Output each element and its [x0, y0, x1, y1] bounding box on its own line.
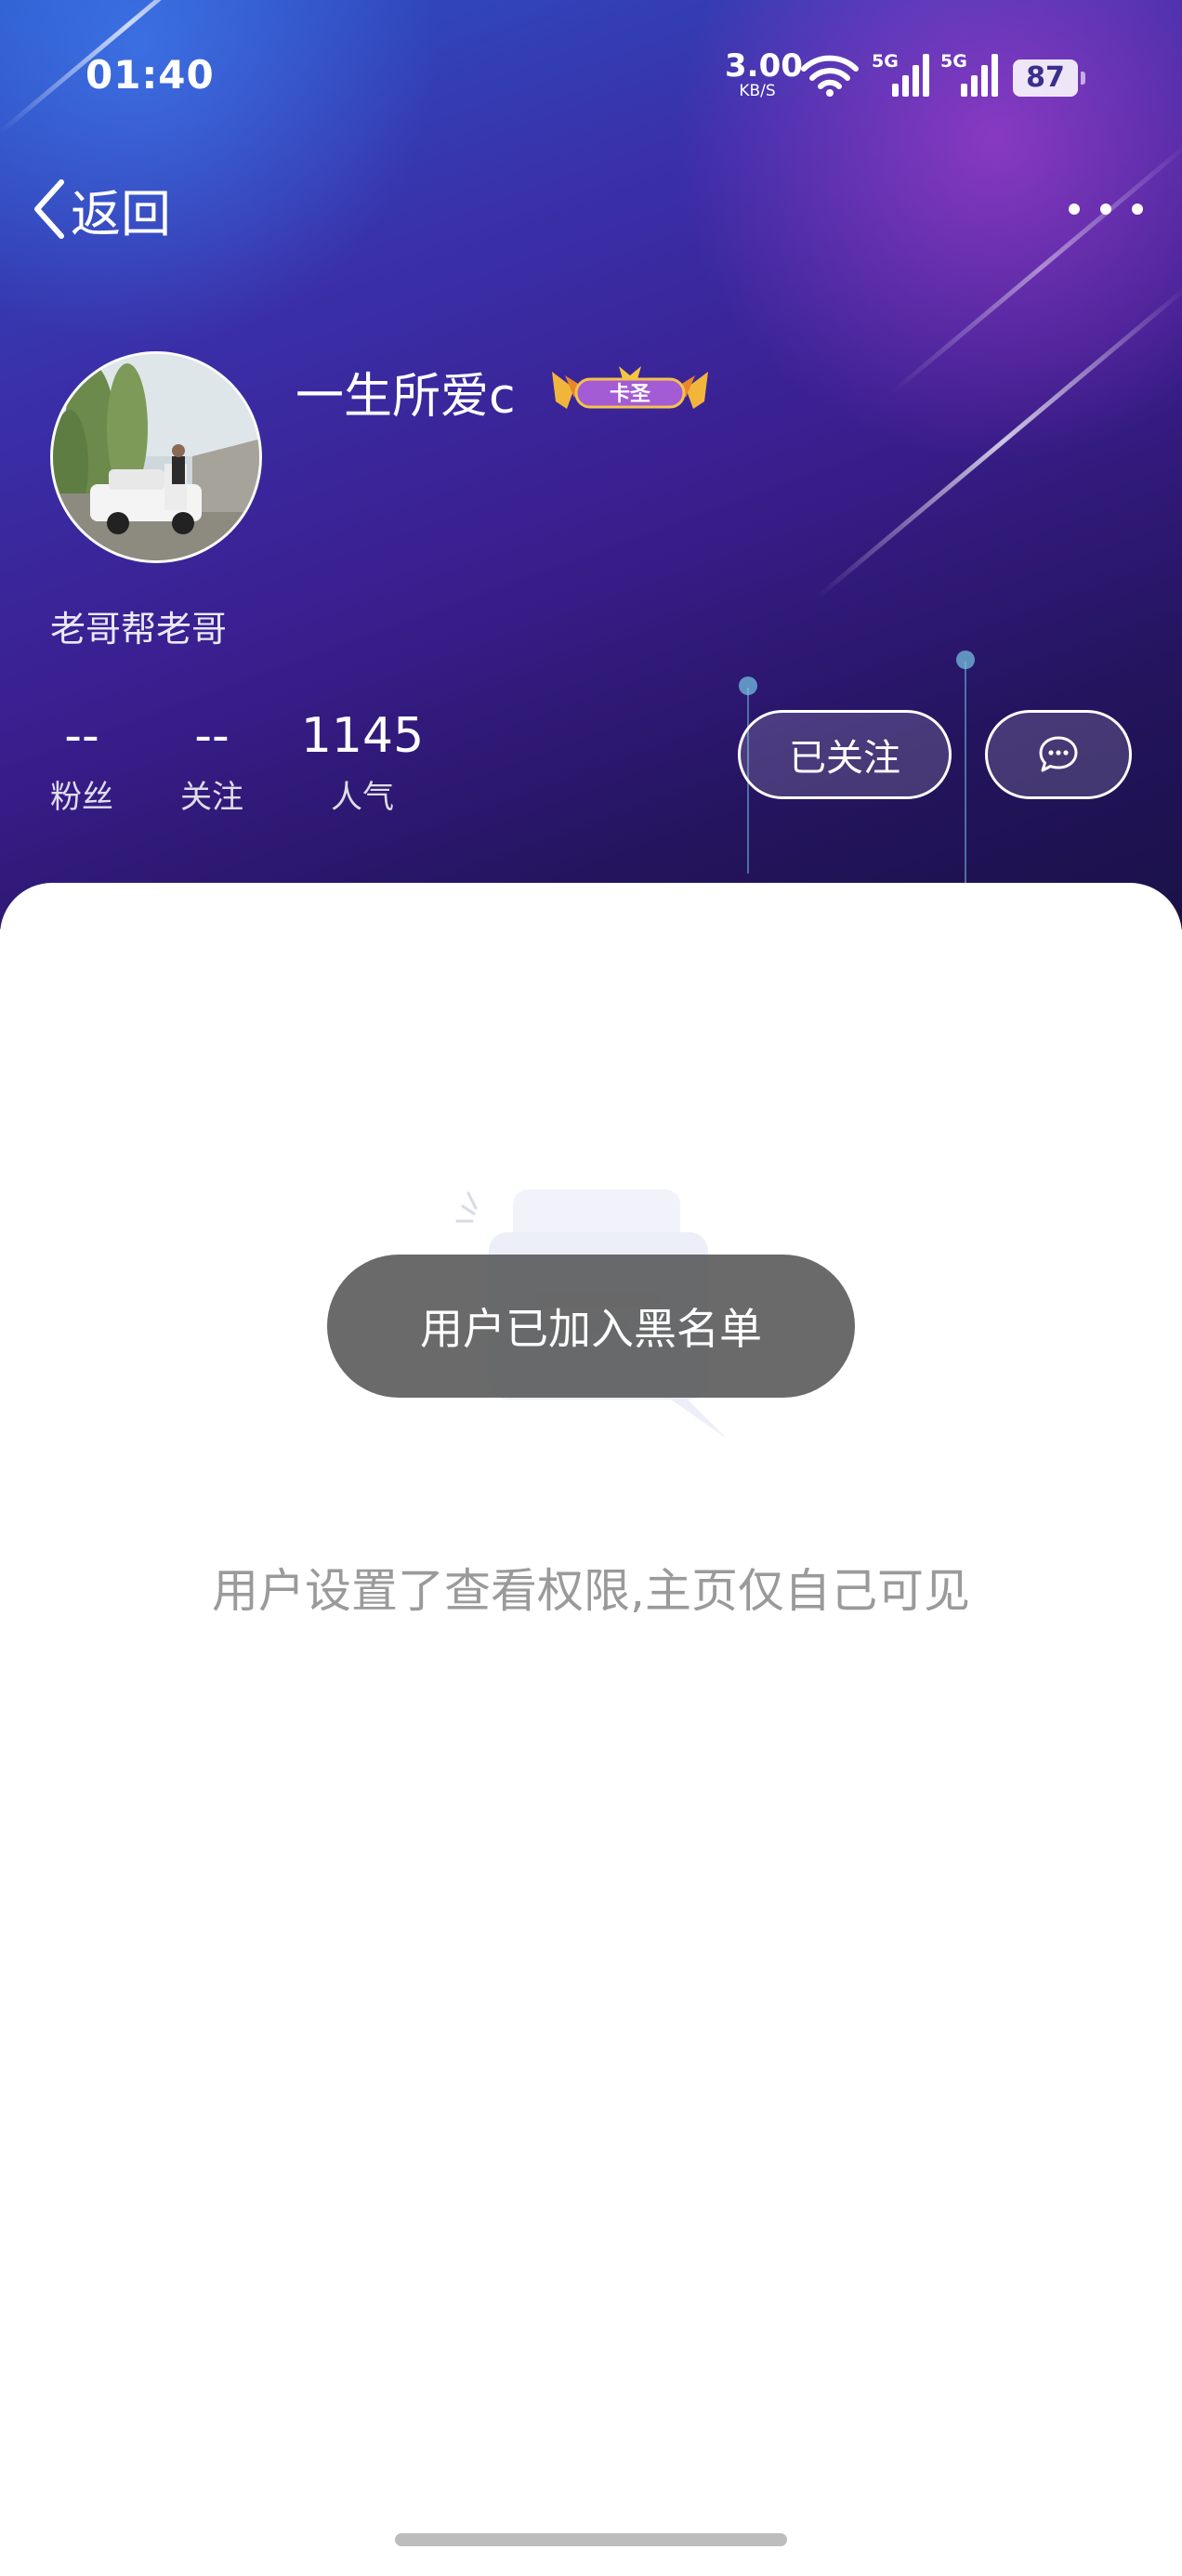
- stat-popularity: 1145 人气: [297, 706, 427, 817]
- home-indicator[interactable]: [395, 2533, 787, 2546]
- stat-popularity-value: 1145: [300, 708, 425, 764]
- more-options-button[interactable]: [1069, 186, 1143, 232]
- battery-icon: 87: [1013, 59, 1085, 97]
- status-bar: 01:40 3.00 KB/S 5G 5G 87: [0, 0, 1182, 149]
- crown-badge-icon: 卡圣: [552, 366, 708, 409]
- avatar-photo: [53, 354, 259, 560]
- network-speed-value: 3.00: [725, 47, 803, 85]
- more-dot: [1069, 204, 1080, 215]
- back-button[interactable]: 返回: [32, 177, 171, 243]
- signal-1-label: 5G: [872, 51, 899, 72]
- follow-button[interactable]: 已关注: [738, 710, 952, 799]
- profile-content-card: [0, 883, 1182, 2576]
- empty-state-message: 用户设置了查看权限,主页仅自己可见: [212, 1564, 970, 1618]
- chevron-left-icon: [34, 179, 64, 239]
- chat-bubble-icon: [1039, 736, 1078, 772]
- network-speed: 3.00 KB/S: [725, 47, 803, 100]
- stat-fans-value: --: [64, 708, 99, 764]
- stat-fans-label: 粉丝: [50, 779, 113, 816]
- toast-notification: 用户已加入黑名单: [327, 1255, 855, 1398]
- more-dot: [1100, 204, 1111, 215]
- network-speed-unit: KB/S: [739, 82, 776, 100]
- stat-fans[interactable]: -- 粉丝: [46, 706, 117, 817]
- stat-following-label: 关注: [180, 779, 243, 816]
- header-deco-line: [965, 662, 966, 894]
- cellular-signal-icon: 5G: [872, 51, 929, 97]
- stat-popularity-label: 人气: [331, 779, 394, 816]
- user-bio: 老哥帮老哥: [50, 609, 228, 650]
- wifi-icon: [801, 55, 859, 97]
- badge-text: 卡圣: [610, 383, 651, 406]
- cellular-signal-icon: 5G: [940, 51, 998, 97]
- status-time: 01:40: [85, 52, 215, 98]
- header-deco-dot: [739, 677, 757, 695]
- stat-following-value: --: [194, 708, 230, 764]
- username: 一生所爱c: [296, 369, 516, 425]
- back-label: 返回: [71, 184, 171, 243]
- message-button[interactable]: [985, 710, 1132, 799]
- avatar[interactable]: [50, 351, 262, 563]
- stat-following[interactable]: -- 关注: [177, 706, 247, 817]
- signal-2-label: 5G: [940, 51, 967, 72]
- more-dot: [1132, 204, 1143, 215]
- header-deco-dot: [956, 651, 975, 669]
